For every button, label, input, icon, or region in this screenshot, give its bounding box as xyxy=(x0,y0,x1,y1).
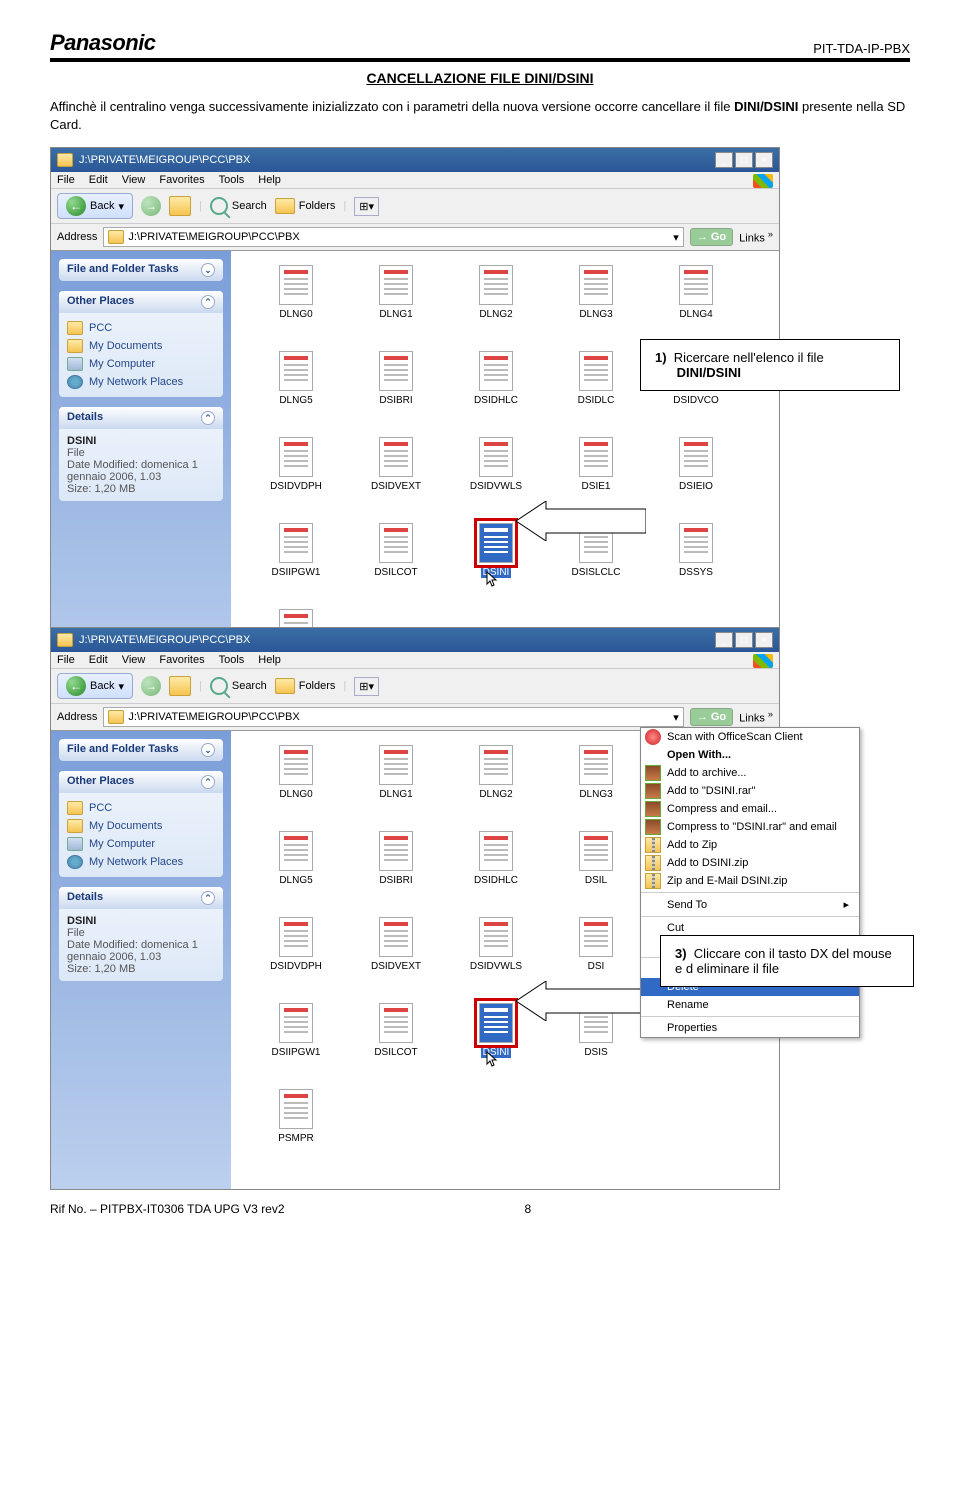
minimize-button[interactable]: _ xyxy=(715,152,733,168)
menu-zip-email[interactable]: Zip and E-Mail DSINI.zip xyxy=(641,872,859,890)
file-item[interactable]: DSIDVEXT xyxy=(351,437,441,517)
details-head[interactable]: Details⌃ xyxy=(59,407,223,429)
doc-code: PIT-TDA-IP-PBX xyxy=(813,41,910,56)
folder-icon xyxy=(57,153,73,167)
back-button[interactable]: ←Back▾ xyxy=(57,193,133,219)
minimize-button[interactable]: _ xyxy=(715,632,733,648)
maximize-button[interactable]: □ xyxy=(735,632,753,648)
menu-add-dsini-zip[interactable]: Add to DSINI.zip xyxy=(641,854,859,872)
file-item[interactable]: DSIEIO xyxy=(651,437,741,517)
callout-3: 3) Cliccare con il tasto DX del mouse e … xyxy=(660,935,914,987)
page-footer: Rif No. – PITPBX-IT0306 TDA UPG V3 rev2 … xyxy=(50,1202,910,1216)
menu-edit[interactable]: Edit xyxy=(89,174,108,186)
links[interactable]: Links » xyxy=(739,229,773,245)
other-places-head[interactable]: Other Places⌃ xyxy=(59,291,223,313)
cursor-icon xyxy=(486,571,500,589)
file-item[interactable]: DLNG0 xyxy=(251,265,341,345)
back-button[interactable]: ←Back▾ xyxy=(57,673,133,699)
callout-1: 1) Ricercare nell'elenco il file DINI/DS… xyxy=(640,339,900,391)
titlebar: J:\PRIVATE\MEIGROUP\PCC\PBX _ □ × xyxy=(51,148,779,172)
file-item[interactable]: DSSYS xyxy=(651,523,741,603)
menu-properties[interactable]: Properties xyxy=(641,1019,859,1037)
menu-view[interactable]: View xyxy=(122,174,146,186)
menubar: File Edit View Favorites Tools Help xyxy=(51,172,779,189)
intro-paragraph: Affinchè il centralino venga successivam… xyxy=(50,98,910,133)
explorer-window-1: J:\PRIVATE\MEIGROUP\PCC\PBX _ □ × File E… xyxy=(50,147,780,710)
views-button[interactable]: ⊞▾ xyxy=(354,197,379,216)
menu-compress-email[interactable]: Compress and email... xyxy=(641,800,859,818)
menu-add-archive[interactable]: Add to archive... xyxy=(641,764,859,782)
menu-rename[interactable]: Rename xyxy=(641,996,859,1014)
file-item[interactable]: DLNG1 xyxy=(351,265,441,345)
search-button[interactable]: Search xyxy=(210,197,267,215)
file-item[interactable]: DLNG5 xyxy=(251,351,341,431)
sidebar-item-mycomputer[interactable]: My Computer xyxy=(67,355,215,373)
cursor-icon xyxy=(486,1051,500,1069)
file-item[interactable]: DSILCOT xyxy=(351,523,441,603)
folders-button[interactable]: Folders xyxy=(275,198,336,214)
close-button[interactable]: × xyxy=(755,632,773,648)
menu-add-rar[interactable]: Add to "DSINI.rar" xyxy=(641,782,859,800)
file-item[interactable]: DLNG4 xyxy=(651,265,741,345)
details-body: DSINI File Date Modified: domenica 1 gen… xyxy=(59,429,223,501)
callout-arrow-icon xyxy=(516,501,646,541)
menu-send-to[interactable]: Send To▸ xyxy=(641,895,859,914)
menu-scan[interactable]: Scan with OfficeScan Client xyxy=(641,728,859,746)
menu-open-with[interactable]: Open With... xyxy=(641,746,859,764)
file-item[interactable]: DLNG3 xyxy=(551,265,641,345)
menu-add-zip[interactable]: Add to Zip xyxy=(641,836,859,854)
menu-file[interactable]: File xyxy=(57,174,75,186)
sidebar-item-pcc[interactable]: PCC xyxy=(67,319,215,337)
sidebar-item-network[interactable]: My Network Places xyxy=(67,373,215,391)
maximize-button[interactable]: □ xyxy=(735,152,753,168)
section-title: CANCELLAZIONE FILE DINI/DSINI xyxy=(50,70,910,86)
context-menu: Scan with OfficeScan Client Open With...… xyxy=(640,727,860,1038)
file-item[interactable]: DSIIPGW1 xyxy=(251,523,341,603)
menu-compress-rar-email[interactable]: Compress to "DSINI.rar" and email xyxy=(641,818,859,836)
address-input[interactable]: J:\PRIVATE\MEIGROUP\PCC\PBX▾ xyxy=(103,227,683,247)
windows-logo-icon xyxy=(753,174,773,188)
tasks-panel-head[interactable]: File and Folder Tasks⌄ xyxy=(59,259,223,281)
forward-button[interactable]: → xyxy=(141,196,161,216)
menu-help[interactable]: Help xyxy=(258,174,281,186)
file-item[interactable]: DSIDLC xyxy=(551,351,641,431)
menu-favorites[interactable]: Favorites xyxy=(159,174,204,186)
brand: Panasonic xyxy=(50,30,156,56)
go-button[interactable]: → Go xyxy=(690,228,733,246)
file-item[interactable]: DLNG2 xyxy=(451,265,541,345)
file-item[interactable]: DSIBRI xyxy=(351,351,441,431)
toolbar: ←Back▾ → | Search Folders | ⊞▾ xyxy=(51,189,779,224)
up-button[interactable] xyxy=(169,196,191,216)
address-bar: Address J:\PRIVATE\MEIGROUP\PCC\PBX▾ → G… xyxy=(51,224,779,251)
header-bar xyxy=(50,58,910,62)
file-item[interactable]: DSIDVDPH xyxy=(251,437,341,517)
sidebar-item-mydocs[interactable]: My Documents xyxy=(67,337,215,355)
close-button[interactable]: × xyxy=(755,152,773,168)
file-item[interactable]: DSIDHLC xyxy=(451,351,541,431)
callout-arrow-icon xyxy=(516,981,646,1021)
menu-tools[interactable]: Tools xyxy=(219,174,245,186)
